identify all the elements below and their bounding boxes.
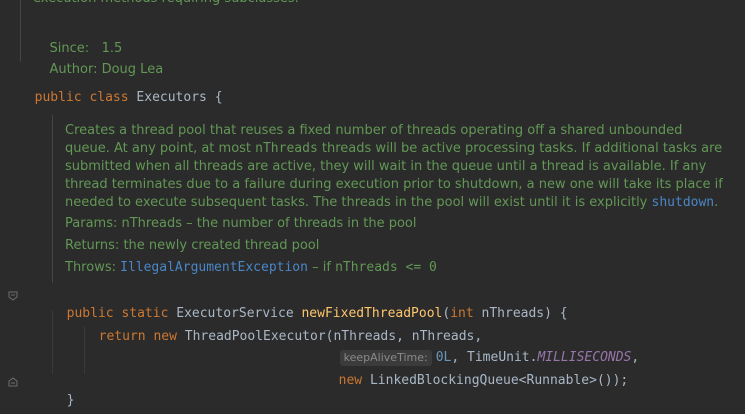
editor-gutter — [0, 0, 10, 414]
method-doc-bar — [52, 115, 53, 283]
returns-label: Returns: — [65, 238, 120, 253]
keyword-public: public — [34, 90, 82, 105]
throws-label: Throws: — [65, 260, 116, 275]
doc-truncated-line: execution methods requiring subclasses. — [33, 0, 299, 8]
params-value: nThreads – the number of threads in the … — [121, 216, 417, 231]
doc-line-2: queue. At any point, at most nThreads th… — [65, 140, 722, 158]
throws-code: nThreads <= 0 — [335, 260, 437, 275]
doc-line-2-post: threads will be active processing tasks.… — [317, 141, 723, 156]
doc-line-2-pre: queue. At any point, at most — [65, 141, 256, 156]
doc-line-5: needed to execute subsequent tasks. The … — [65, 194, 718, 212]
illegal-argument-exception-link[interactable]: IllegalArgumentException — [120, 260, 308, 275]
fold-end-icon[interactable] — [8, 377, 18, 387]
params-line: Params: nThreads – the number of threads… — [65, 215, 416, 233]
returns-value: the newly created thread pool — [123, 238, 320, 253]
keyword-new: new — [338, 373, 363, 388]
queue-line[interactable]: new LinkedBlockingQueue<Runnable>()); — [323, 354, 629, 390]
signature-close: ) { — [544, 306, 568, 321]
param-name: nThreads — [473, 306, 545, 321]
doc-line-5-post: . — [714, 195, 719, 210]
method-end-brace[interactable]: } — [51, 374, 75, 410]
params-label: Params: — [65, 216, 118, 231]
doc-line-3: submitted when all threads are active, t… — [65, 159, 707, 174]
end-brace: } — [66, 393, 75, 408]
doc-code-nthreads: nThreads — [255, 141, 318, 156]
doc-line-5-pre: needed to execute subsequent tasks. The … — [65, 195, 652, 210]
doc-line-4: thread terminates due to a failure durin… — [65, 177, 723, 192]
throws-mid: – if — [307, 260, 336, 275]
shutdown-link[interactable]: shutdown — [652, 195, 715, 210]
keyword-return: return — [98, 329, 146, 344]
class-brace: { — [214, 90, 223, 105]
fold-collapse-icon[interactable] — [8, 291, 18, 301]
doc-bar — [20, 0, 21, 62]
returns-line: Returns: the newly created thread pool — [65, 237, 319, 255]
queue-ctor: LinkedBlockingQueue<Runnable>()); — [369, 373, 629, 388]
class-name: Executors — [136, 90, 207, 105]
doc-line-1: Creates a thread pool that reuses a fixe… — [65, 123, 683, 138]
keyword-class: class — [89, 90, 129, 105]
arg-comma: , — [631, 350, 640, 365]
class-declaration[interactable]: public class Executors { — [19, 71, 223, 107]
throws-line: Throws: IllegalArgumentException – if nT… — [65, 259, 437, 277]
keyword-new: new — [153, 329, 177, 344]
